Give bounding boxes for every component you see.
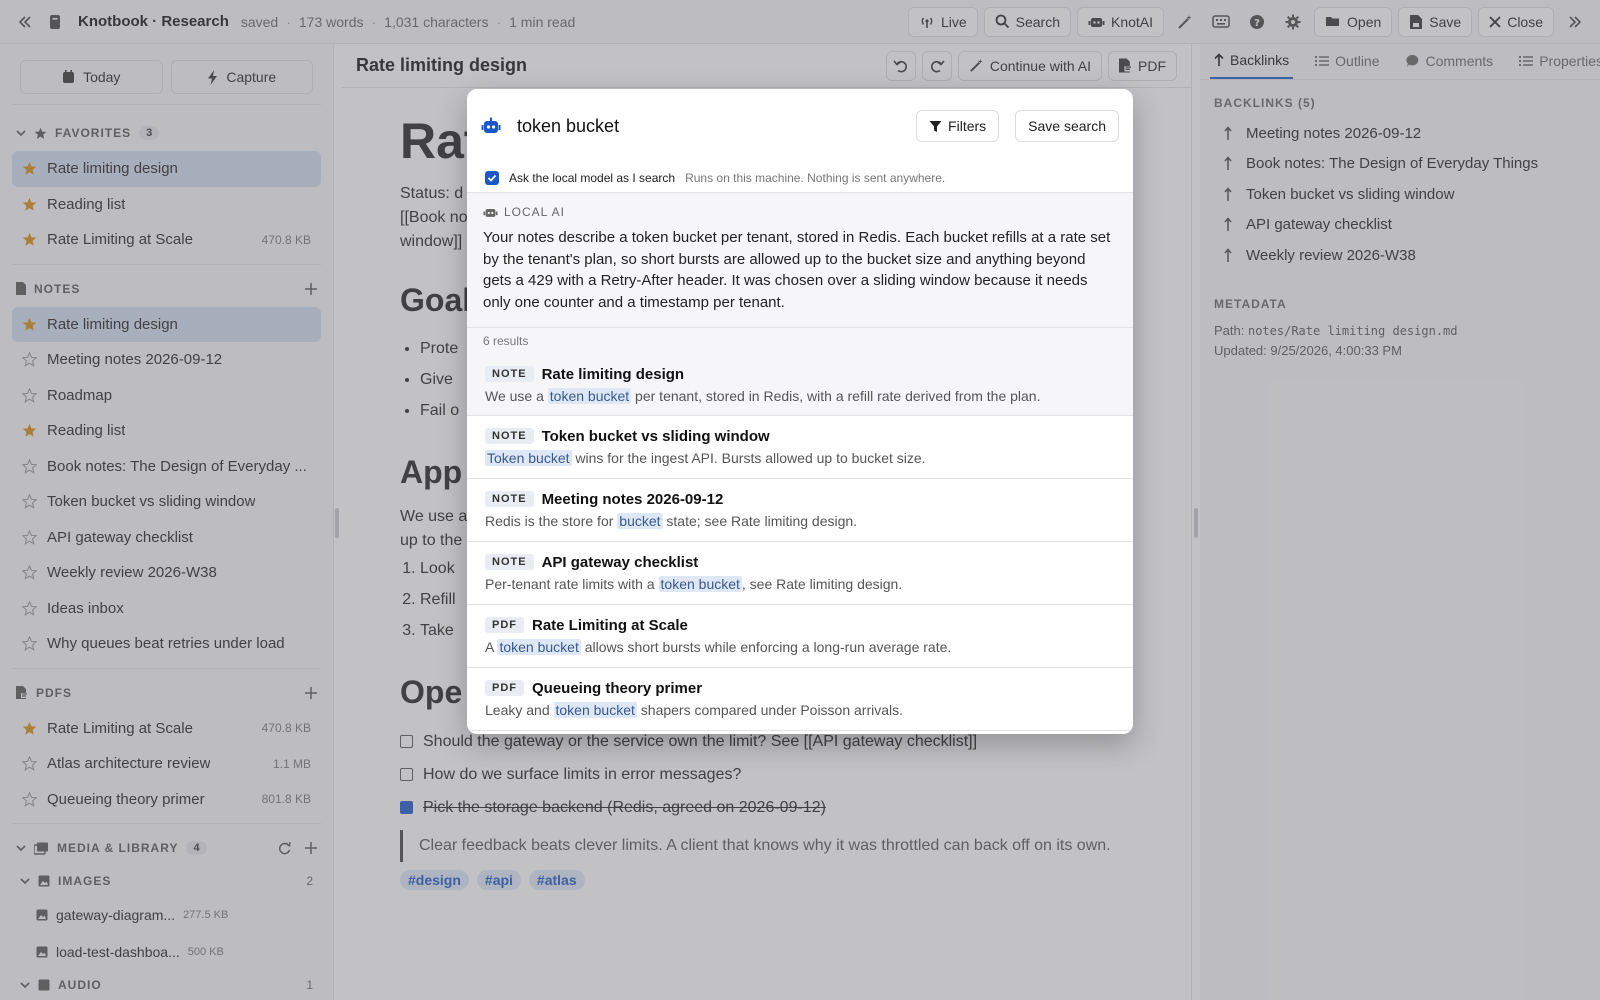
result-type-badge: NOTE bbox=[485, 491, 534, 507]
search-highlight: token bucket bbox=[553, 702, 637, 718]
result-snippet: We use a token bucket per tenant, stored… bbox=[485, 388, 1041, 404]
search-result[interactable]: NOTE Token bucket vs sliding window Token … bbox=[467, 416, 1133, 479]
ask-local-model-checkbox[interactable] bbox=[485, 170, 499, 185]
search-highlight: bucket bbox=[617, 513, 663, 529]
search-input[interactable]: token bucket bbox=[517, 116, 900, 137]
search-highlight: Token bucket bbox=[485, 450, 572, 466]
search-dialog: token bucket Filters Save search Ask the… bbox=[467, 89, 1133, 734]
result-title: Queueing theory primer bbox=[532, 679, 703, 697]
local-ai-answer: LOCAL AI Your notes describe a token buc… bbox=[467, 193, 1133, 328]
result-type-badge: NOTE bbox=[485, 428, 534, 444]
privacy-hint: Runs on this machine. Nothing is sent an… bbox=[685, 170, 946, 185]
result-title: Rate Limiting at Scale bbox=[532, 616, 688, 634]
save-search-button[interactable]: Save search bbox=[1015, 110, 1119, 142]
result-type-badge: PDF bbox=[485, 680, 524, 696]
result-title: Rate limiting design bbox=[541, 365, 685, 383]
result-snippet: Redis is the store for bucket state; see… bbox=[485, 513, 858, 529]
result-title: Meeting notes 2026-09-12 bbox=[541, 490, 724, 508]
search-result[interactable]: NOTE Rate limiting design We use a token b… bbox=[467, 354, 1133, 416]
search-result[interactable]: NOTE API gateway checklist Per-tenant rate… bbox=[467, 542, 1133, 605]
result-type-badge: PDF bbox=[485, 617, 524, 633]
result-snippet: Leaky and token bucket shapers compared … bbox=[485, 702, 904, 718]
search-result[interactable]: PDF Rate Limiting at Scale A token bucket … bbox=[467, 605, 1133, 668]
search-result[interactable]: NOTE Meeting notes 2026-09-12 Redis is the… bbox=[467, 479, 1133, 542]
result-snippet: A token bucket allows short bursts while… bbox=[485, 639, 952, 655]
ask-local-model-option: Ask the local model as I search Runs on … bbox=[467, 163, 1133, 193]
filter-icon bbox=[929, 120, 942, 132]
search-highlight: token bucket bbox=[658, 576, 742, 592]
robot-icon bbox=[481, 117, 501, 135]
robot-icon bbox=[483, 206, 498, 219]
result-title: API gateway checklist bbox=[541, 553, 699, 571]
result-snippet: Token bucket wins for the ingest API. Bu… bbox=[485, 450, 926, 466]
search-highlight: token bucket bbox=[547, 388, 632, 404]
result-type-badge: NOTE bbox=[485, 554, 534, 570]
filters-button[interactable]: Filters bbox=[916, 110, 1000, 142]
result-title: Token bucket vs sliding window bbox=[541, 427, 770, 445]
search-results: NOTE Rate limiting design We use a token b… bbox=[467, 354, 1133, 731]
ai-answer-text: Your notes describe a token bucket per t… bbox=[483, 229, 1111, 311]
search-highlight: token bucket bbox=[497, 639, 581, 655]
result-snippet: Per-tenant rate limits with a token buck… bbox=[485, 576, 903, 592]
result-type-badge: NOTE bbox=[485, 366, 534, 382]
search-result[interactable]: PDF Queueing theory primer Leaky and token… bbox=[467, 668, 1133, 731]
result-count: 6 results bbox=[467, 328, 1133, 354]
